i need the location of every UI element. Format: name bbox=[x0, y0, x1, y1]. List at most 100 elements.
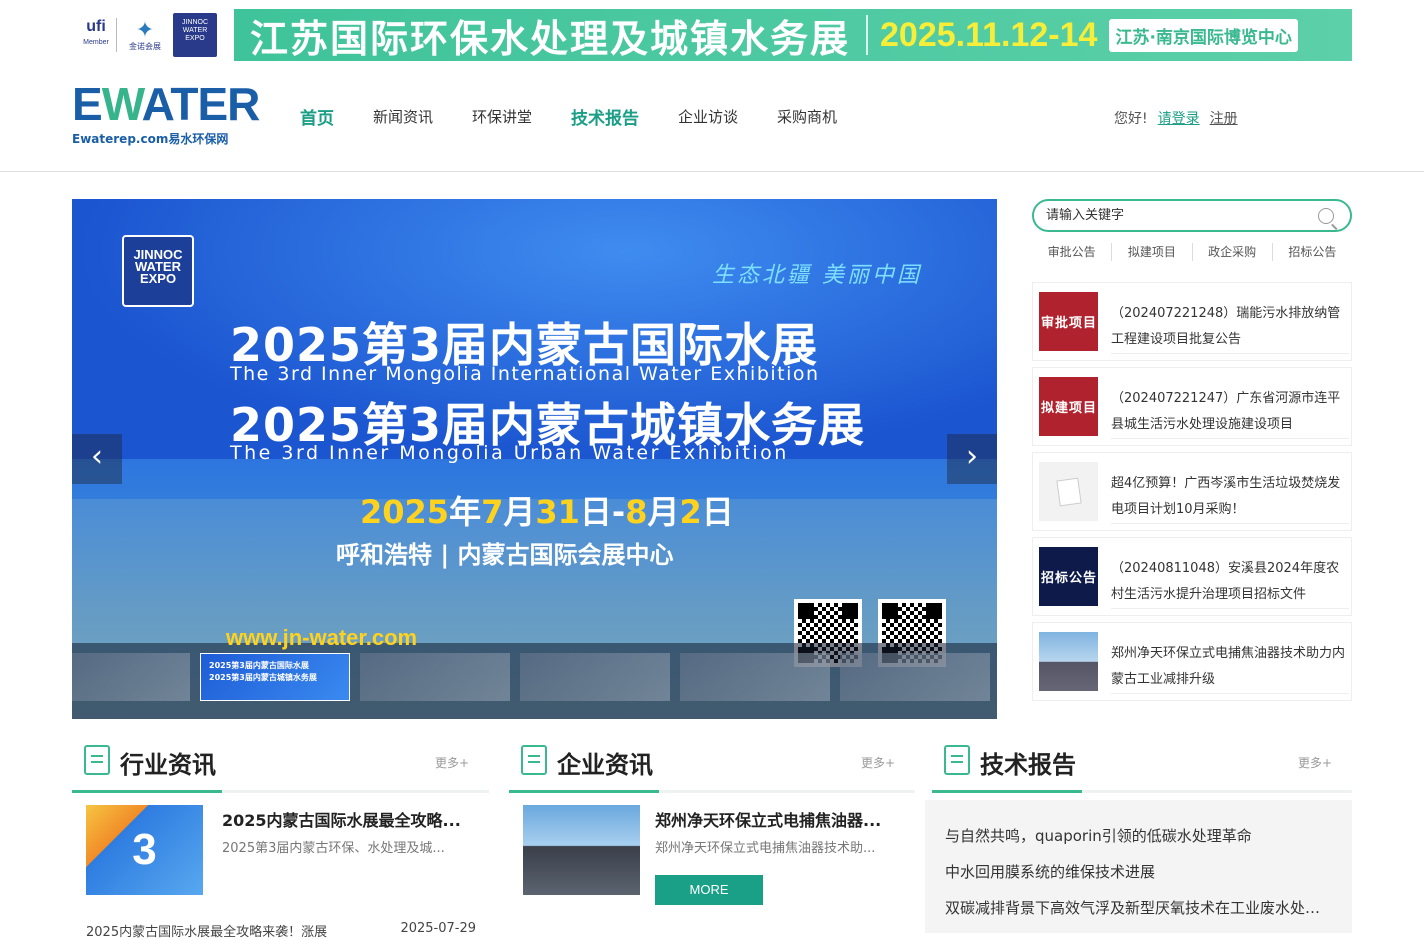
greeting-text: 您好! bbox=[1114, 111, 1148, 127]
carousel-next-button[interactable]: › bbox=[947, 434, 997, 484]
nav-tech-reports[interactable]: 技术报告 bbox=[571, 104, 639, 129]
more-link[interactable]: 更多+ bbox=[861, 754, 895, 771]
search-input[interactable] bbox=[1046, 208, 1306, 223]
main-nav: 首页 新闻资讯 环保讲堂 技术报告 企业访谈 采购商机 bbox=[300, 106, 876, 129]
search-icon[interactable] bbox=[1318, 208, 1334, 224]
carousel-prev-button[interactable]: ‹ bbox=[72, 434, 122, 484]
tab-approval[interactable]: 审批公告 bbox=[1032, 243, 1113, 261]
slide-slogan: 生态北疆 美丽中国 bbox=[712, 263, 922, 288]
section-title: 技术报告 bbox=[980, 751, 1076, 779]
section-enterprise-news: 企业资讯 更多+ bbox=[509, 737, 915, 793]
register-link[interactable]: 注册 bbox=[1210, 108, 1238, 128]
more-link[interactable]: 更多+ bbox=[1298, 754, 1332, 771]
chevron-left-icon: ‹ bbox=[91, 439, 103, 474]
slide-english-1: The 3rd Inner Mongolia International Wat… bbox=[230, 363, 820, 385]
news-thumbnail bbox=[1039, 632, 1098, 691]
nav-lectures[interactable]: 环保讲堂 bbox=[472, 106, 532, 129]
ad-title: 江苏国际环保水处理及城镇水务展 bbox=[250, 16, 851, 61]
search-bar bbox=[1032, 199, 1352, 232]
news-title[interactable]: 超4亿预算！广西岑溪市生活垃圾焚烧发电项目计划10月采购！ bbox=[1111, 471, 1349, 524]
site-logo[interactable]: EWATER Ewaterep.com易水环保网 bbox=[72, 78, 260, 150]
section-industry-news: 行业资讯 更多+ bbox=[72, 737, 489, 793]
article-desc: 2025第3届内蒙古环保、水处理及城... bbox=[222, 841, 445, 856]
tab-tender[interactable]: 招标公告 bbox=[1273, 243, 1352, 261]
logo-text: EWATER bbox=[72, 78, 260, 130]
list-item[interactable]: 拟建项目 （202407221247）广东省河源市连平县城生活污水处理设施建设项… bbox=[1032, 367, 1352, 446]
carousel-thumb[interactable] bbox=[680, 653, 830, 701]
partner-logos: ufi Member ✦ 金诺会展 JINNOC WATER EXPO bbox=[82, 12, 222, 58]
section-title: 企业资讯 bbox=[557, 751, 653, 779]
list-item[interactable]: 双碳减排背景下高效气浮及新型厌氧技术在工业废水处理中的应用 bbox=[945, 890, 1325, 926]
news-thumbnail: 招标公告 bbox=[1039, 547, 1098, 606]
slide-venue: 呼和浩特 | 内蒙古国际会展中心 bbox=[336, 541, 674, 569]
side-news-list: 审批项目 （202407221248）瑞能污水排放纳管工程建设项目批复公告 拟建… bbox=[1032, 282, 1352, 707]
section-underline bbox=[932, 790, 1082, 793]
more-link[interactable]: 更多+ bbox=[435, 754, 469, 771]
carousel-thumb[interactable] bbox=[360, 653, 510, 701]
news-icon bbox=[84, 745, 110, 775]
section-underline bbox=[509, 790, 659, 793]
logo-subtitle: Ewaterep.com易水环保网 bbox=[72, 132, 229, 146]
ad-venue: 江苏·南京国际博览中心 bbox=[1109, 18, 1298, 52]
carousel-thumb[interactable] bbox=[840, 653, 990, 701]
top-banner-row: ufi Member ✦ 金诺会展 JINNOC WATER EXPO 江苏国际环保… bbox=[0, 0, 1424, 70]
ticker-date: 2025-07-29 bbox=[400, 921, 476, 936]
carousel-thumb[interactable] bbox=[520, 653, 670, 701]
user-links: 您好! 请登录 注册 bbox=[1114, 108, 1238, 128]
article-desc: 郑州净天环保立式电捕焦油器技术助... bbox=[655, 841, 876, 856]
ufi-logo: ufi Member bbox=[83, 18, 109, 47]
nav-home[interactable]: 首页 bbox=[300, 104, 334, 129]
ticker-title[interactable]: 2025内蒙古国际水展最全攻略来袭！涨展 bbox=[86, 921, 327, 940]
section-underline bbox=[72, 790, 222, 793]
featured-article[interactable]: 郑州净天环保立式电捕焦油器... 郑州净天环保立式电捕焦油器技术助... MOR… bbox=[523, 805, 913, 915]
star-icon: ✦ bbox=[135, 17, 155, 43]
featured-article[interactable]: 3 2025内蒙古国际水展最全攻略... 2025第3届内蒙古环保、水处理及城.… bbox=[86, 805, 486, 915]
site-header: EWATER Ewaterep.com易水环保网 首页 新闻资讯 环保讲堂 技术… bbox=[0, 70, 1424, 172]
carousel-thumbnails: 2025第3届内蒙古国际水展 2025第3届内蒙古城镇水务展 bbox=[72, 643, 997, 719]
more-button[interactable]: MORE bbox=[655, 875, 763, 905]
image-placeholder-icon bbox=[1039, 462, 1098, 521]
carousel-thumb-active[interactable]: 2025第3届内蒙古国际水展 2025第3届内蒙古城镇水务展 bbox=[200, 653, 350, 701]
list-item[interactable]: 郑州净天环保立式电捕焦油器技术助力内蒙古工业减排升级 bbox=[1032, 622, 1352, 701]
document-icon bbox=[521, 745, 547, 775]
news-title[interactable]: 郑州净天环保立式电捕焦油器技术助力内蒙古工业减排升级 bbox=[1111, 641, 1349, 694]
slide-url: www.jn-water.com bbox=[226, 625, 418, 650]
tab-procurement[interactable]: 政企采购 bbox=[1193, 243, 1273, 261]
search-category-tabs: 审批公告 拟建项目 政企采购 招标公告 bbox=[1032, 243, 1352, 261]
tab-proposed[interactable]: 拟建项目 bbox=[1112, 243, 1193, 261]
article-title[interactable]: 2025内蒙古国际水展最全攻略... bbox=[222, 807, 462, 831]
expo-ad-banner[interactable]: 江苏国际环保水处理及城镇水务展 2025.11.12-14 江苏·南京国际博览中… bbox=[234, 9, 1352, 61]
chevron-right-icon: › bbox=[966, 439, 978, 474]
news-thumbnail: 审批项目 bbox=[1039, 292, 1098, 351]
jinnuo-logo: ✦ 金诺会展 bbox=[123, 17, 167, 51]
list-item[interactable]: 与自然共鸣，quaporin引领的低碳水处理革命 bbox=[945, 818, 1325, 854]
divider bbox=[116, 18, 117, 52]
divider bbox=[866, 15, 869, 55]
jinnoc-water-expo-logo: JINNOC WATER EXPO bbox=[173, 13, 217, 57]
slide-expo-logo: JINNOC WATER EXPO bbox=[122, 235, 194, 307]
slide-english-2: The 3rd Inner Mongolia Urban Water Exhib… bbox=[230, 442, 789, 464]
carousel-thumb[interactable] bbox=[72, 653, 190, 701]
hero-carousel[interactable]: JINNOC WATER EXPO 生态北疆 美丽中国 2025第3届内蒙古国际… bbox=[72, 199, 997, 719]
ad-date: 2025.11.12-14 bbox=[880, 15, 1098, 54]
news-title[interactable]: （202407221248）瑞能污水排放纳管工程建设项目批复公告 bbox=[1111, 301, 1349, 354]
article-title[interactable]: 郑州净天环保立式电捕焦油器... bbox=[655, 807, 895, 831]
list-item[interactable]: 中水回用膜系统的维保技术进展 bbox=[945, 854, 1325, 890]
nav-news[interactable]: 新闻资讯 bbox=[373, 106, 433, 129]
list-item[interactable]: 超4亿预算！广西岑溪市生活垃圾焚烧发电项目计划10月采购！ bbox=[1032, 452, 1352, 531]
nav-procurement[interactable]: 采购商机 bbox=[777, 106, 837, 129]
slide-date: 2025年7月31日-8月2日 bbox=[360, 493, 734, 531]
login-link[interactable]: 请登录 bbox=[1158, 108, 1200, 128]
news-thumbnail: 拟建项目 bbox=[1039, 377, 1098, 436]
nav-interviews[interactable]: 企业访谈 bbox=[678, 106, 738, 129]
tech-report-list: 与自然共鸣，quaporin引领的低碳水处理革命 中水回用膜系统的维保技术进展 … bbox=[925, 800, 1352, 933]
news-ticker-row[interactable]: 2025内蒙古国际水展最全攻略来袭！涨展 2025-07-29 bbox=[86, 921, 476, 940]
article-thumbnail bbox=[523, 805, 640, 895]
list-item[interactable]: 审批项目 （202407221248）瑞能污水排放纳管工程建设项目批复公告 bbox=[1032, 282, 1352, 361]
list-item[interactable]: 招标公告 （20240811048）安溪县2024年度农村生活污水提升治理项目招… bbox=[1032, 537, 1352, 616]
article-thumbnail: 3 bbox=[86, 805, 203, 895]
news-title[interactable]: （20240811048）安溪县2024年度农村生活污水提升治理项目招标文件 bbox=[1111, 556, 1349, 609]
section-title: 行业资讯 bbox=[120, 751, 216, 779]
section-tech-reports: 技术报告 更多+ bbox=[932, 737, 1352, 793]
news-title[interactable]: （202407221247）广东省河源市连平县城生活污水处理设施建设项目 bbox=[1111, 386, 1349, 439]
